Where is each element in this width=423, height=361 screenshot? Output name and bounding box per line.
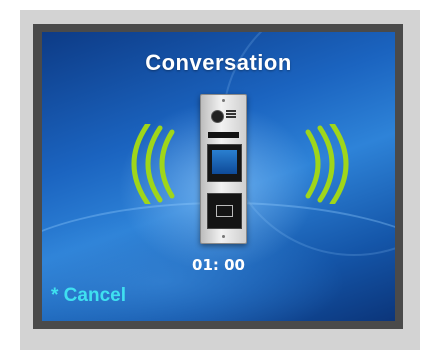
device-display bbox=[207, 144, 242, 182]
call-timer: 01: 00 bbox=[192, 256, 245, 274]
card-reader-icon bbox=[216, 205, 233, 217]
door-station-panel-icon bbox=[200, 94, 247, 244]
sound-waves-right-icon bbox=[305, 124, 349, 204]
screw bbox=[222, 235, 225, 238]
camera-icon bbox=[211, 110, 224, 123]
screw bbox=[222, 99, 225, 102]
monitor-screen: Conversation 01: 00 * Cancel bbox=[42, 32, 395, 321]
sound-waves-left-icon bbox=[131, 124, 175, 204]
screen-title: Conversation bbox=[145, 50, 292, 75]
indicator-strip bbox=[208, 132, 239, 138]
device-display-screen bbox=[212, 150, 237, 174]
card-reader-module bbox=[207, 193, 242, 229]
cancel-button[interactable]: * Cancel bbox=[51, 285, 126, 307]
speaker-icon bbox=[226, 110, 236, 121]
